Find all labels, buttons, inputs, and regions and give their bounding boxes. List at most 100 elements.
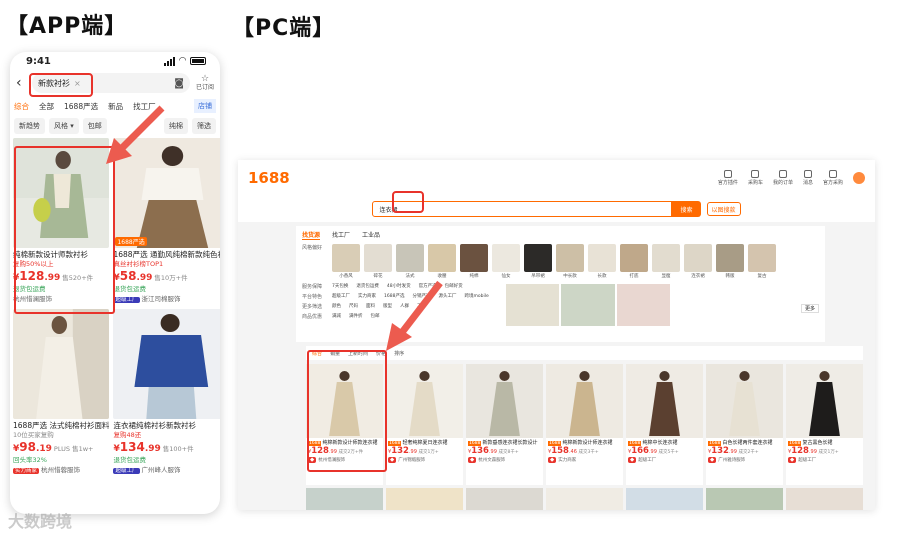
style-option[interactable]: 长款 — [588, 244, 616, 279]
product-card[interactable]: 1688严选 1688严选 通勤风纯棉新款纯色衬衫 真丝衬衫榜TOP1 ¥58.… — [113, 138, 220, 305]
pc-search-button[interactable]: 搜索 — [672, 201, 701, 217]
tab-factory[interactable]: 找工厂 — [133, 101, 156, 112]
tab-new[interactable]: 新品 — [108, 101, 123, 112]
style-option[interactable]: 纯棉 — [460, 244, 488, 279]
sort-price[interactable]: 价格 — [376, 350, 386, 357]
style-option[interactable]: 中长款 — [556, 244, 584, 279]
image-search-button[interactable]: 以图搜款 — [706, 202, 741, 216]
filter-option[interactable]: 包邮好货 — [445, 283, 463, 289]
tab-shop[interactable]: 店铺 — [194, 99, 216, 113]
filter-option[interactable]: 超级工厂 — [332, 293, 350, 299]
filter-option[interactable]: 颜色 — [332, 303, 341, 309]
subscribe-button[interactable]: ☆ 已订阅 — [196, 74, 214, 91]
product-card[interactable] — [466, 488, 543, 510]
battery-icon — [190, 57, 206, 65]
filter-option[interactable]: 48小时发货 — [387, 283, 411, 289]
cart-icon[interactable]: 采购车 — [748, 170, 763, 186]
filter-chip[interactable]: 包邮 — [82, 118, 107, 134]
style-option[interactable]: 显瘦 — [652, 244, 680, 279]
product-card[interactable] — [626, 488, 703, 510]
message-icon[interactable]: 消息 — [803, 170, 813, 186]
style-option[interactable]: 韩版 — [716, 244, 744, 279]
style-option[interactable]: 法式 — [396, 244, 424, 279]
product-card[interactable]: 1688 新款垂感连衣裙长款设计 ¥136.99 成交8千+ ◆ 杭州文森服饰 — [466, 364, 543, 485]
filter-option[interactable]: 分销严选 — [412, 293, 430, 299]
filter-option[interactable]: 满减 — [332, 313, 341, 319]
tab-industrial[interactable]: 工业品 — [362, 230, 380, 240]
product-price: ¥132.99 成交1万+ — [388, 446, 439, 456]
product-card[interactable] — [306, 488, 383, 510]
product-image — [113, 309, 220, 419]
filter-option[interactable]: 工艺 — [417, 303, 426, 309]
style-option[interactable]: 吊带裙 — [524, 244, 552, 279]
product-price: ¥128.99 成交2万+件 — [308, 446, 364, 456]
filter-option[interactable]: 7天包换 — [332, 283, 348, 289]
tab-strict[interactable]: 1688严选 — [64, 101, 98, 112]
sort-new[interactable]: 上新时间 — [348, 350, 368, 357]
product-card[interactable] — [546, 488, 623, 510]
product-card[interactable]: 纯棉新款设计师款衬衫 复购50%以上 ¥128.99 售520+件 退货包运费 杭… — [13, 138, 110, 305]
sort-comprehensive[interactable]: 综合 — [312, 350, 322, 357]
filter-option[interactable]: 包邮 — [371, 313, 380, 319]
style-option[interactable]: 打底 — [620, 244, 648, 279]
style-option[interactable]: 收腰 — [428, 244, 456, 279]
filter-option[interactable]: 满件折 — [349, 313, 363, 319]
sort-sales[interactable]: 销量 — [330, 350, 340, 357]
product-card[interactable]: 1688 轻奢纯棉夏日连衣裙 ¥132.99 成交1万+ ◆ 广州锦缎服饰 — [386, 364, 463, 485]
style-option[interactable]: 复古 — [748, 244, 776, 279]
filter-option[interactable]: 官方严选 — [419, 283, 437, 289]
product-promo: 退货包运费 — [113, 456, 146, 464]
style-option[interactable]: 连衣裙 — [684, 244, 712, 279]
tab-comprehensive[interactable]: 综合 — [14, 101, 29, 112]
product-card[interactable]: 1688 纯棉新款设计师连衣裙 ¥158.46 成交3千+ ◆ 实力商家 — [546, 364, 623, 485]
product-card[interactable]: 连衣裙纯棉衬衫新款衬衫 复购48还 ¥134.99 售100+件 退货包运费 超级… — [113, 309, 220, 476]
style-option[interactable]: 仙女 — [492, 244, 520, 279]
logo[interactable]: 1688 — [248, 169, 290, 187]
product-title: 1688严选 通勤风纯棉新款纯色衬衫 — [113, 250, 220, 259]
signal-icon — [164, 56, 176, 66]
filter-chip[interactable]: 筛选 — [192, 118, 216, 134]
product-promo: 退货包运费 — [113, 285, 146, 293]
sort-order[interactable]: 排序 — [394, 350, 404, 357]
filter-option[interactable]: 实力商家 — [358, 293, 376, 299]
more-button[interactable]: 更多 — [800, 304, 819, 313]
tab-find-goods[interactable]: 找货源 — [302, 230, 321, 240]
filter-option[interactable]: 面料 — [366, 303, 375, 309]
product-card[interactable]: 1688严选 法式纯棉衬衫面料 10位买家复购 ¥98.19 PLUS 售1w+ … — [13, 309, 110, 476]
product-price: ¥136.99 成交8千+ — [468, 446, 519, 456]
product-promo: 回头率32% — [13, 456, 47, 464]
product-image — [13, 309, 110, 419]
filter-option[interactable]: 退货包运费 — [356, 283, 379, 289]
product-card[interactable]: 1688 纯棉新款设计师款连衣裙 ¥128.99 成交2万+件 ◆ 杭州惜澜服饰 — [306, 364, 383, 485]
product-card[interactable]: 1688 白色长裙两件套连衣裙 ¥132.99 成交2千+ ◆ 广州雅诗服饰 — [706, 364, 783, 485]
tab-all[interactable]: 全部 — [39, 101, 54, 112]
back-icon[interactable]: ‹ — [16, 75, 26, 91]
filter-chip[interactable]: 风格 ▾ — [49, 118, 79, 134]
style-option[interactable]: 碎花 — [364, 244, 392, 279]
filter-option[interactable]: 版型 — [383, 303, 392, 309]
filter-panel: 找货源 找工厂 工业品 风格偏好 小香风 碎花 法式 收腰 纯棉 仙女 吊带裙 中长款 长款 打底… — [296, 226, 825, 342]
filter-option[interactable]: 源头工厂 — [438, 293, 456, 299]
tab-find-factory[interactable]: 找工厂 — [332, 230, 350, 240]
pc-screenshot: 1688 官方插件 采购车 我的订单 消息 官方采购 连衣裙 搜索 以图搜款 找… — [238, 160, 875, 510]
filter-option[interactable]: 1688严选 — [384, 293, 404, 299]
avatar[interactable] — [853, 172, 865, 184]
product-card[interactable]: 1688 纯棉中长连衣裙 ¥166.99 成交5千+ ◆ 超级工厂 — [626, 364, 703, 485]
style-thumbnails: 小香风 碎花 法式 收腰 纯棉 仙女 吊带裙 中长款 长款 打底 显瘦 连衣裙 韩版 复古 — [332, 244, 776, 279]
filter-option[interactable]: 跨境mobile — [464, 293, 488, 299]
procurement-icon[interactable]: 官方采购 — [823, 170, 843, 186]
filter-chip[interactable]: 新趋势 — [14, 118, 45, 134]
plugin-icon[interactable]: 官方插件 — [718, 170, 738, 186]
style-option[interactable]: 小香风 — [332, 244, 360, 279]
orders-icon[interactable]: 我的订单 — [773, 170, 793, 186]
filter-option[interactable]: 尺码 — [349, 303, 358, 309]
filter-chip[interactable]: 纯棉 — [164, 118, 188, 134]
camera-icon[interactable]: ◙ — [174, 78, 184, 89]
product-card[interactable] — [706, 488, 783, 510]
filter-option[interactable]: 人群 — [400, 303, 409, 309]
product-card[interactable] — [786, 488, 863, 510]
product-shop: ◆ 实力商家 — [548, 457, 577, 463]
product-card[interactable] — [386, 488, 463, 510]
product-card[interactable]: 1688 复古黑色长裙 ¥128.99 成交1万+ ◆ 超级工厂 — [786, 364, 863, 485]
filter-preview-images — [506, 284, 670, 326]
